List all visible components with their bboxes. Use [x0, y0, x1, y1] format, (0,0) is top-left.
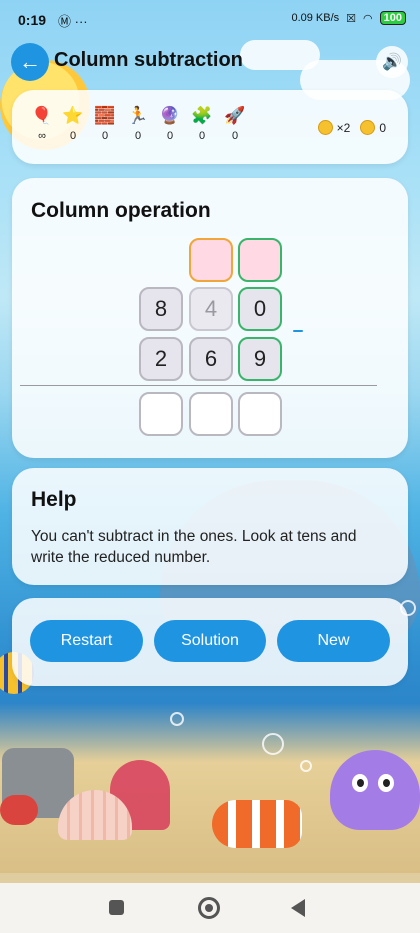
stat-value: 0	[231, 130, 239, 142]
minuend-digit-hundreds: 8	[139, 287, 183, 331]
help-text: You can't subtract in the ones. Look at …	[31, 528, 357, 566]
stat-puzzle: 🧩 0	[187, 106, 217, 142]
minuend-digit-tens: 4	[189, 287, 233, 331]
stat-balloon: 🎈 ∞	[27, 106, 57, 142]
bubble	[300, 760, 312, 772]
actions-card: Restart Solution New	[12, 598, 408, 686]
help-title: Help	[31, 488, 77, 511]
sim-icon: ☒	[346, 12, 357, 25]
answer-cell-hundreds[interactable]	[139, 392, 183, 436]
bubble	[170, 712, 184, 726]
brick-icon: 🧱	[94, 106, 116, 125]
status-bar: 0:19 Ⓜ ··· 0.09 KB/s ☒ ◠ 100	[0, 0, 420, 40]
borrow-cell-ones[interactable]	[238, 238, 282, 282]
stat-rocket: 🚀 0	[220, 106, 250, 142]
octopus-eye	[378, 774, 394, 792]
crab-illustration	[0, 795, 38, 825]
wifi-icon: ◠	[363, 12, 373, 25]
borrow-cell-tens[interactable]	[189, 238, 233, 282]
stat-runner: 🏃 0	[123, 106, 153, 142]
subtrahend-digit-ones: 9	[238, 337, 282, 381]
stat-value: 0	[134, 130, 142, 142]
octopus-illustration	[330, 750, 420, 830]
coin-icon	[317, 120, 333, 135]
minus-sign	[293, 330, 303, 332]
stat-brick: 🧱 0	[90, 106, 120, 142]
battery-indicator: 100	[379, 11, 406, 25]
rocket-icon: 🚀	[224, 106, 246, 125]
page-title: Column subtraction	[54, 49, 243, 71]
back-nav-button[interactable]	[291, 899, 305, 917]
answer-cell-tens[interactable]	[189, 392, 233, 436]
coin-count: 0	[379, 120, 386, 135]
clownfish-illustration	[212, 800, 302, 848]
notification-icons: Ⓜ ···	[58, 14, 88, 29]
back-button[interactable]: ←	[11, 43, 49, 81]
puzzle-icon: 🧩	[191, 106, 213, 125]
coin-multiplier: ×2	[336, 120, 351, 135]
stat-value: 0	[69, 130, 77, 142]
stat-value: 0	[166, 130, 174, 142]
minuend-digit-ones: 0	[238, 287, 282, 331]
result-line	[20, 385, 377, 386]
star-icon: ⭐	[62, 106, 84, 125]
subtrahend-digit-hundreds: 2	[139, 337, 183, 381]
answer-cell-ones[interactable]	[238, 392, 282, 436]
new-button[interactable]: New	[277, 620, 390, 662]
subtrahend-digit-tens: 6	[189, 337, 233, 381]
coins-display: ×2 0	[317, 120, 386, 135]
sound-button[interactable]: 🔊	[376, 46, 408, 78]
navigation-bar	[0, 883, 420, 933]
status-time: 0:19	[18, 12, 47, 28]
network-speed: 0.09 KB/s	[291, 12, 340, 24]
help-card: Help You can't subtract in the ones. Loo…	[12, 468, 408, 585]
restart-button[interactable]: Restart	[30, 620, 143, 662]
cloud	[240, 40, 320, 70]
stat-star: ⭐ 0	[58, 106, 88, 142]
home-button[interactable]	[198, 897, 220, 919]
solution-button[interactable]: Solution	[154, 620, 266, 662]
arrow-left-icon: ←	[19, 49, 41, 74]
speaker-icon: 🔊	[382, 54, 402, 71]
recent-apps-button[interactable]	[109, 900, 124, 915]
runner-icon: 🏃	[127, 106, 149, 125]
operation-title: Column operation	[31, 199, 211, 222]
bubble	[262, 733, 284, 755]
stat-value: ∞	[38, 130, 46, 142]
octopus-eye	[352, 774, 368, 792]
crystal-ball-icon: 🔮	[159, 106, 181, 125]
stats-bar: 🎈 ∞ ⭐ 0 🧱 0 🏃 0 🔮 0 🧩 0 🚀 0 ×2 0	[12, 90, 408, 164]
stat-value: 0	[101, 130, 109, 142]
balloon-icon: 🎈	[31, 106, 53, 125]
operation-card: Column operation 8 4 0 2 6 9	[12, 178, 408, 458]
status-right: 0.09 KB/s ☒ ◠ 100	[291, 11, 406, 25]
stat-crystal-ball: 🔮 0	[155, 106, 185, 142]
stat-value: 0	[198, 130, 206, 142]
coin-icon	[360, 120, 376, 135]
